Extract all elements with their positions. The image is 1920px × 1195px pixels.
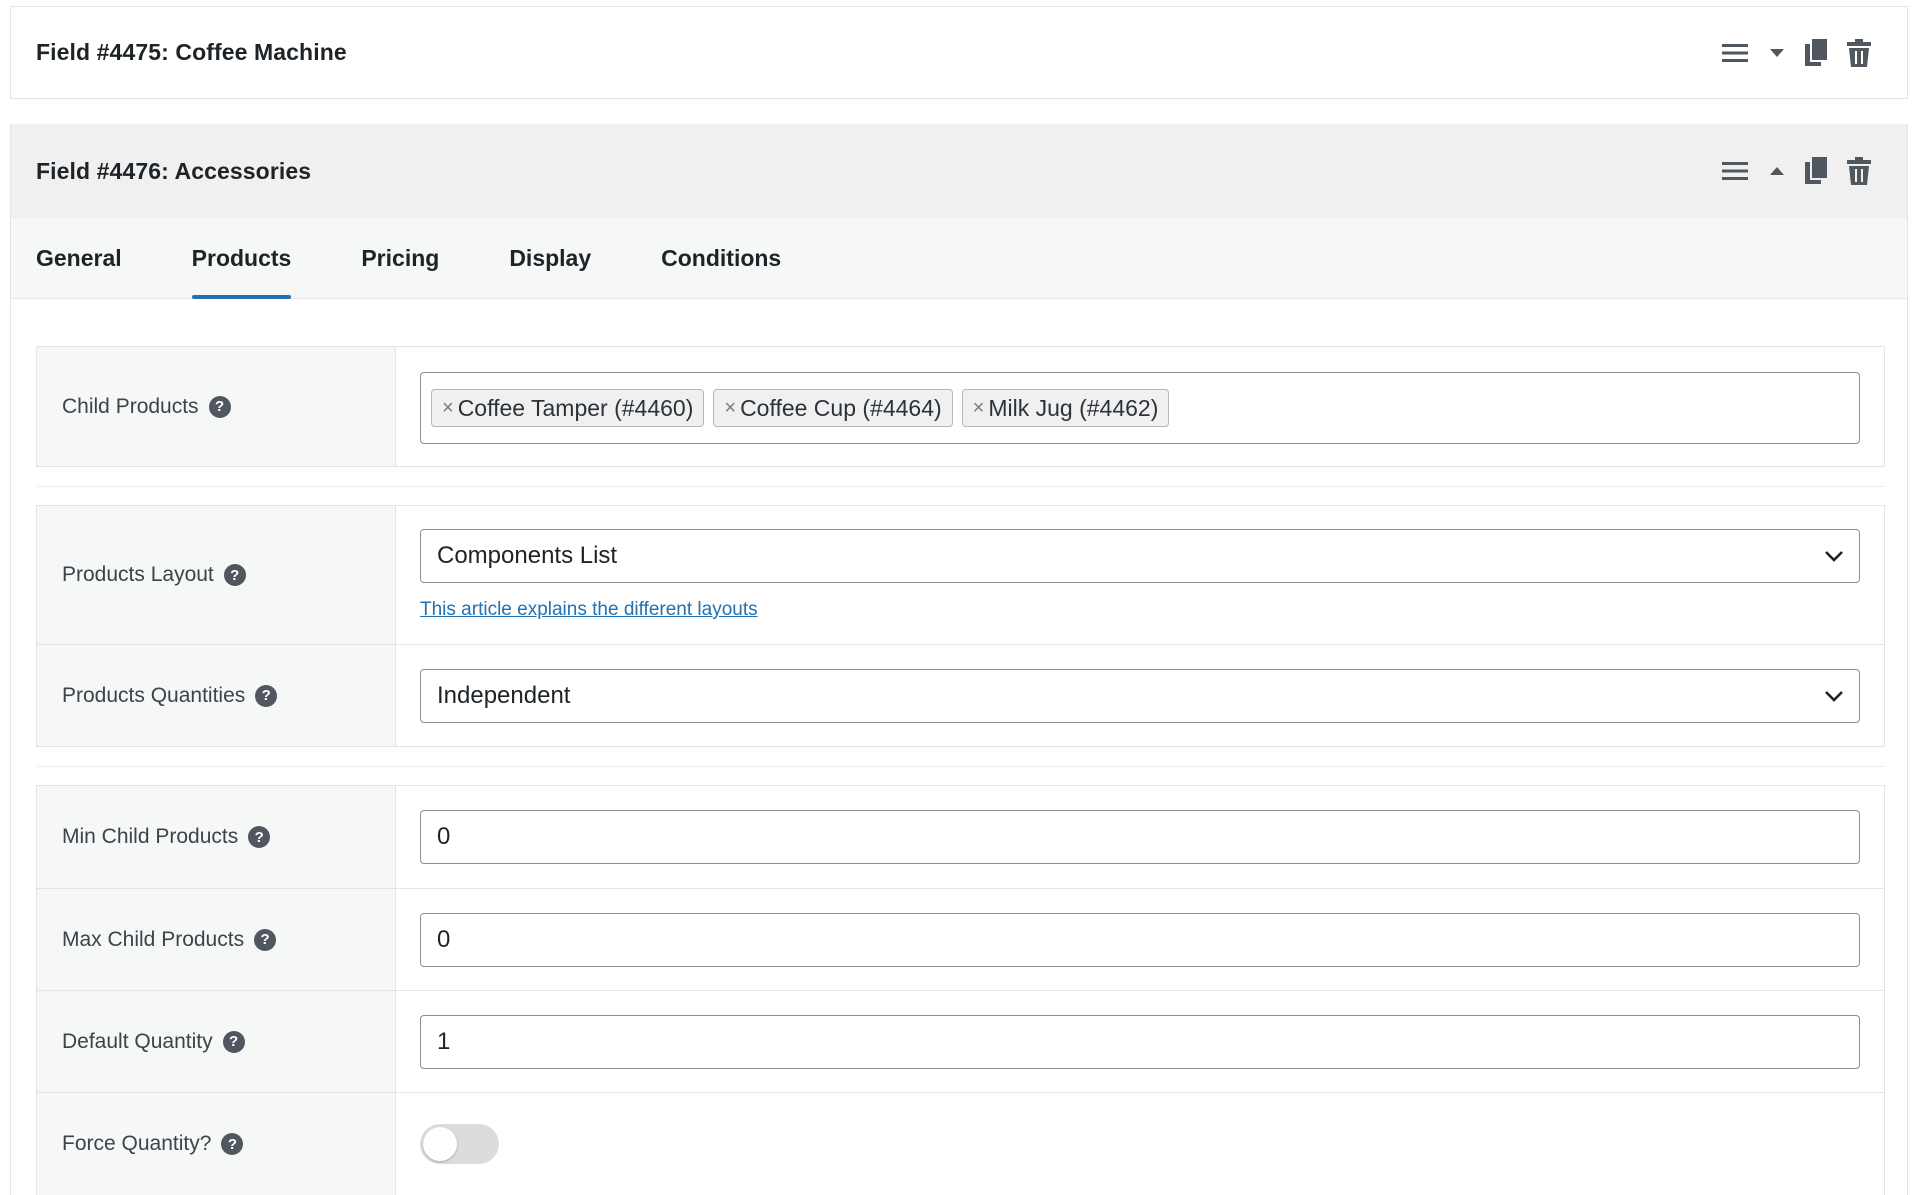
products-layout-label: Products Layout [62,563,214,586]
tab-general[interactable]: General [36,218,122,298]
duplicate-icon[interactable] [1797,151,1837,191]
reorder-menu-icon[interactable] [1715,151,1755,191]
products-layout-select[interactable]: Components List [420,529,1860,583]
tab-bar: General Products Pricing Display Conditi… [11,218,1907,299]
product-tag: × Milk Jug (#4462) [961,389,1170,427]
expand-caret-down-icon[interactable] [1757,33,1797,73]
max-child-products-label: Max Child Products [62,927,245,951]
product-tag-label: Coffee Cup (#4464) [740,394,942,421]
setting-value [396,1093,1884,1195]
tab-display[interactable]: Display [509,218,591,298]
divider [36,486,1885,487]
collapse-caret-up-icon[interactable] [1757,151,1797,191]
products-quantities-select[interactable]: Independent [420,669,1860,723]
setting-label: Force Quantity? ? [37,1093,396,1195]
help-icon[interactable]: ? [221,1133,244,1155]
chevron-down-icon [1825,691,1843,702]
child-products-tag-input[interactable]: × Coffee Tamper (#4460) × Coffee Cup (#4… [420,372,1860,444]
help-icon[interactable]: ? [208,395,231,418]
help-icon[interactable]: ? [254,928,277,951]
product-tag-label: Milk Jug (#4462) [988,394,1159,421]
product-tag-label: Coffee Tamper (#4460) [457,394,694,421]
tab-pricing[interactable]: Pricing [361,218,439,298]
chevron-down-icon [1825,551,1843,562]
force-quantity-label: Force Quantity? [62,1132,212,1155]
setting-label: Default Quantity ? [37,991,396,1092]
help-icon[interactable]: ? [222,1030,245,1053]
default-quantity-value: 1 [437,1028,451,1055]
setting-row-default-quantity: Default Quantity ? 1 [37,990,1884,1092]
setting-row-products-quantities: Products Quantities ? Independent [37,644,1884,746]
remove-tag-icon[interactable]: × [973,397,985,420]
products-quantities-label: Products Quantities [62,683,246,707]
settings-group-layout: Products Layout ? Components List This a… [36,505,1885,747]
setting-label: Max Child Products ? [37,889,396,990]
field-expanded: Field #4476: Accessories General Product… [10,124,1908,1195]
setting-value: 0 [396,889,1884,990]
default-quantity-label: Default Quantity [62,1029,213,1053]
setting-row-min-child-products: Min Child Products ? 0 [37,786,1884,888]
force-quantity-toggle[interactable] [420,1124,499,1164]
setting-value: 1 [396,991,1884,1092]
help-icon[interactable]: ? [248,826,271,848]
divider [36,766,1885,767]
setting-value: Components List This article explains th… [396,506,1884,644]
settings-group-child-products: Child Products ? × Coffee Tamper (#4460)… [36,346,1885,467]
duplicate-icon[interactable] [1797,33,1837,73]
max-child-products-value: 0 [437,926,451,953]
settings-group-quantities: Min Child Products ? 0 Max Child Product… [36,785,1885,1195]
products-layout-value: Components List [437,542,618,569]
setting-value: 0 [396,786,1884,888]
default-quantity-input[interactable]: 1 [420,1015,1860,1069]
min-child-products-value: 0 [437,823,451,850]
setting-value: × Coffee Tamper (#4460) × Coffee Cup (#4… [396,347,1884,466]
max-child-products-input[interactable]: 0 [420,913,1860,967]
help-icon[interactable]: ? [223,564,246,586]
field-title: Field #4475: Coffee Machine [36,39,347,65]
min-child-products-label: Min Child Products [62,825,239,848]
field-title: Field #4476: Accessories [36,157,312,184]
setting-row-max-child-products: Max Child Products ? 0 [37,888,1884,990]
layouts-help-link[interactable]: This article explains the different layo… [420,599,758,621]
tab-conditions[interactable]: Conditions [661,218,781,298]
min-child-products-input[interactable]: 0 [420,810,1860,864]
remove-tag-icon[interactable]: × [442,397,454,420]
page: Field #4475: Coffee Machine Field #4476:… [0,0,1920,1195]
setting-label: Child Products ? [37,347,396,466]
child-products-label: Child Products [62,394,199,418]
setting-label: Products Layout ? [37,506,396,644]
remove-tag-icon[interactable]: × [724,397,736,420]
products-quantities-value: Independent [437,682,571,709]
reorder-menu-icon[interactable] [1715,33,1755,73]
setting-label: Products Quantities ? [37,645,396,746]
field-actions [1715,124,1881,218]
toggle-knob [423,1127,457,1161]
setting-row-products-layout: Products Layout ? Components List This a… [37,506,1884,644]
tab-products[interactable]: Products [191,218,291,299]
field-collapsed[interactable]: Field #4475: Coffee Machine [10,6,1908,99]
delete-trash-icon[interactable] [1837,33,1881,73]
field-expanded-header[interactable]: Field #4476: Accessories [11,124,1907,218]
delete-trash-icon[interactable] [1837,151,1881,191]
product-tag: × Coffee Cup (#4464) [713,389,953,427]
setting-label: Min Child Products ? [37,786,396,888]
setting-row-child-products: Child Products ? × Coffee Tamper (#4460)… [37,347,1884,466]
setting-value: Independent [396,645,1884,746]
help-icon[interactable]: ? [255,684,278,707]
setting-row-force-quantity: Force Quantity? ? [37,1092,1884,1195]
field-actions [1715,7,1881,98]
product-tag: × Coffee Tamper (#4460) [431,389,705,427]
